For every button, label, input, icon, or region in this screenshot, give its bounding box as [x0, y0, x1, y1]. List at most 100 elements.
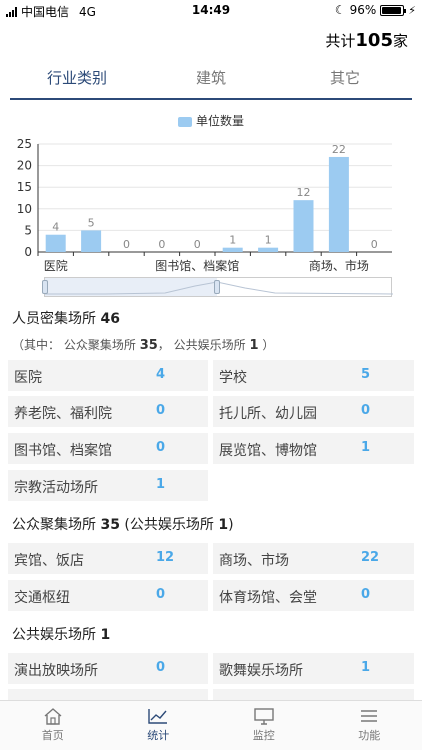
entertainment-title: 公共娱乐场所 1: [12, 624, 110, 644]
bar-value-label: 5: [88, 216, 95, 229]
monitor-icon: [254, 708, 274, 725]
menu-icon: [361, 710, 378, 722]
stat-value: 0: [361, 587, 371, 602]
nav-functions-label: 功能: [358, 729, 381, 742]
note-ent-label: 公共娱乐场所: [173, 338, 246, 352]
stat-cell[interactable]: 体育场馆、会堂 0: [213, 580, 414, 611]
note-public-label: 公众聚集场所: [63, 338, 136, 352]
chart-legend[interactable]: 单位数量: [0, 112, 422, 129]
bar-value-label: 1: [265, 234, 272, 247]
x-tick-label: 商场、市场: [309, 258, 369, 273]
stat-cell[interactable]: 宾馆、饭店 12: [8, 543, 208, 574]
stat-label: 演出放映场所: [14, 663, 98, 679]
bar-value-label: 1: [229, 234, 236, 247]
stat-cell[interactable]: 歌舞娱乐场所 1: [213, 653, 414, 684]
charging-icon: ⚡: [408, 3, 416, 17]
legend-label: 单位数量: [195, 114, 244, 128]
stat-label: 歌舞娱乐场所: [219, 663, 303, 679]
stat-value: 1: [361, 660, 371, 675]
bar-value-label: 12: [297, 186, 311, 199]
stat-cell[interactable]: 展览馆、博物馆 1: [213, 433, 414, 464]
stat-label: 商场、市场: [219, 553, 289, 569]
stat-cell[interactable]: 养老院、福利院 0: [8, 396, 208, 427]
stat-cell[interactable]: 学校 5: [213, 360, 414, 391]
stat-cell[interactable]: 托儿所、幼儿园 0: [213, 396, 414, 427]
public-note-close: ): [228, 517, 234, 533]
y-tick-label: 15: [17, 180, 32, 194]
nav-functions[interactable]: 功能: [317, 701, 422, 750]
public-title: 公众聚集场所 35 (公共娱乐场所 1): [12, 514, 234, 534]
stat-value: 0: [156, 587, 166, 602]
stat-label: 展览馆、博物馆: [219, 443, 317, 459]
stat-value: 12: [156, 550, 175, 565]
stat-cell[interactable]: 图书馆、档案馆 0: [8, 433, 208, 464]
total-number: 105: [355, 30, 393, 51]
stat-value: 1: [361, 440, 371, 455]
stat-value: 0: [156, 660, 166, 675]
note-public-count: 35: [139, 338, 158, 353]
stat-label: 宾馆、饭店: [14, 553, 84, 569]
bar-value-label: 22: [332, 143, 346, 156]
home-icon: [44, 708, 62, 725]
bar: [81, 230, 102, 252]
nav-monitor-label: 监控: [252, 729, 275, 742]
public-note-open: (公共娱乐场所: [119, 517, 214, 533]
note-open: （其中：: [12, 338, 61, 352]
nav-home-label: 首页: [41, 729, 64, 742]
y-tick-label: 25: [17, 137, 32, 151]
category-tabs: 行业类别 建筑 其它: [10, 62, 412, 100]
stat-value: 5: [361, 367, 371, 382]
x-tick-label: 图书馆、档案馆: [155, 258, 239, 273]
nav-statistics[interactable]: 统计: [106, 701, 212, 750]
stat-cell[interactable]: 演出放映场所 0: [8, 653, 208, 684]
public-note-count: 1: [218, 517, 229, 533]
entertainment-count: 1: [100, 627, 111, 643]
bar: [258, 247, 279, 252]
stat-value: 1: [156, 477, 166, 492]
public-title-label: 公众聚集场所: [12, 517, 96, 533]
stat-cell[interactable]: 交通枢纽 0: [8, 580, 208, 611]
crowded-title-label: 人员密集场所: [12, 311, 96, 327]
stat-cell[interactable]: 商场、市场 22: [213, 543, 414, 574]
x-tick-label: 医院: [44, 259, 68, 273]
bar-value-label: 0: [158, 238, 165, 251]
stat-cell[interactable]: 宗教活动场所 1: [8, 470, 208, 501]
y-tick-label: 0: [24, 245, 32, 259]
nav-monitor[interactable]: 监控: [211, 701, 317, 750]
legend-swatch: [177, 116, 192, 127]
crowded-count: 46: [100, 311, 120, 327]
bottom-nav: 首页 统计 监控 功能: [0, 700, 422, 750]
entertainment-title-label: 公共娱乐场所: [12, 627, 96, 643]
public-count: 35: [100, 517, 120, 533]
stat-value: 0: [156, 440, 166, 455]
tab-building[interactable]: 建筑: [144, 62, 278, 98]
y-tick-label: 5: [24, 223, 32, 237]
y-tick-label: 20: [17, 159, 32, 173]
bar: [293, 200, 314, 252]
note-sep: ，: [157, 338, 170, 352]
bar: [328, 156, 349, 252]
stat-value: 0: [156, 403, 166, 418]
stat-label: 体育场馆、会堂: [219, 590, 317, 606]
chart-zoom-slider[interactable]: [42, 277, 393, 297]
stat-label: 学校: [219, 370, 247, 386]
slider-handle-right[interactable]: [214, 280, 220, 294]
slider-handle-left[interactable]: [42, 280, 48, 294]
tab-industry[interactable]: 行业类别: [10, 62, 144, 98]
bar-value-label: 0: [371, 238, 378, 251]
total-suffix: 家: [392, 32, 408, 50]
bar-value-label: 0: [194, 238, 201, 251]
moon-icon: ☾: [334, 3, 346, 17]
stat-value: 22: [361, 550, 380, 565]
stat-label: 托儿所、幼儿园: [219, 406, 317, 422]
bar-value-label: 4: [52, 221, 59, 234]
total-count: 共计105家: [325, 30, 408, 51]
nav-home[interactable]: 首页: [0, 701, 106, 750]
stat-label: 养老院、福利院: [14, 406, 112, 422]
stat-cell[interactable]: 医院 4: [8, 360, 208, 391]
note-ent-count: 1: [249, 338, 259, 353]
stat-label: 交通枢纽: [14, 590, 70, 606]
stat-label: 宗教活动场所: [14, 480, 98, 496]
stat-label: 医院: [14, 370, 42, 386]
tab-other[interactable]: 其它: [278, 62, 412, 98]
